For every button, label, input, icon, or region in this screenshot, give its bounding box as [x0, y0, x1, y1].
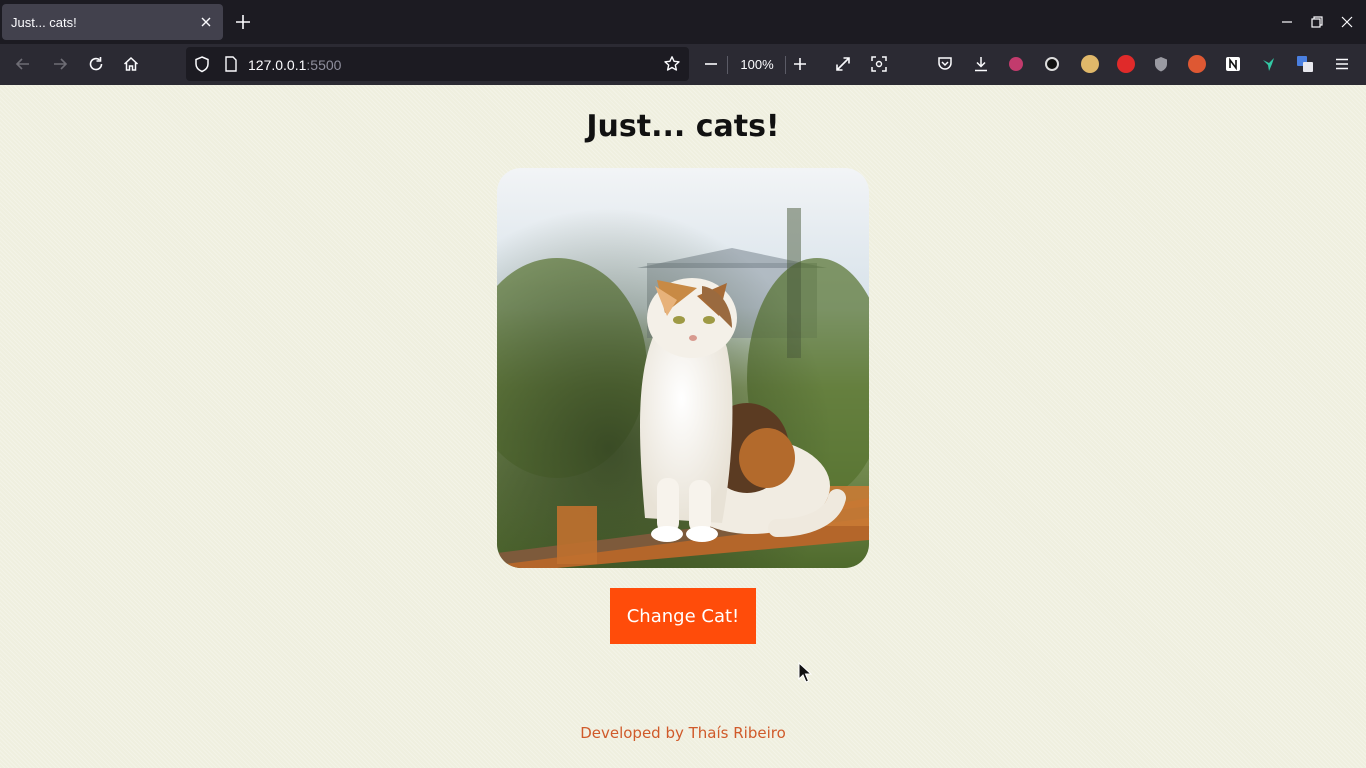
menu-icon[interactable] — [1333, 55, 1351, 73]
tab-title: Just... cats! — [11, 15, 77, 30]
zoom-in-icon[interactable] — [791, 55, 809, 73]
window-close-icon[interactable] — [1338, 13, 1356, 31]
tab-active[interactable]: Just... cats! — [2, 4, 223, 40]
new-tab-icon[interactable] — [234, 13, 252, 31]
footer-credit: Developed by Thaís Ribeiro — [580, 724, 786, 742]
extension-tomato-icon[interactable] — [1117, 55, 1135, 73]
nav-toolbar: 127.0.0.1:5500 100% — [0, 44, 1366, 85]
extension-dark-icon[interactable] — [1045, 57, 1059, 71]
home-icon[interactable] — [122, 55, 140, 73]
page-title: Just... cats! — [586, 109, 780, 144]
extension-notion-icon[interactable] — [1224, 55, 1242, 73]
tab-strip: Just... cats! — [0, 0, 1366, 44]
restore-icon[interactable] — [1308, 13, 1326, 31]
close-icon[interactable] — [197, 13, 215, 31]
download-icon[interactable] — [972, 55, 990, 73]
extension-duckduckgo-icon[interactable] — [1188, 55, 1206, 73]
url-bar[interactable]: 127.0.0.1:5500 — [186, 47, 689, 81]
url-host: 127.0.0.1 — [248, 57, 307, 73]
extension-bird-icon[interactable] — [1260, 55, 1278, 73]
page-icon[interactable] — [222, 55, 240, 73]
extension-shield-icon[interactable] — [1152, 55, 1170, 73]
reload-icon[interactable] — [87, 55, 105, 73]
url-port: :5500 — [306, 57, 342, 73]
bookmark-star-icon[interactable] — [663, 55, 681, 73]
zoom-out-icon[interactable] — [702, 55, 720, 73]
fullscreen-icon[interactable] — [834, 55, 852, 73]
minimize-icon[interactable] — [1278, 13, 1296, 31]
extension-translate-icon[interactable] — [1296, 55, 1314, 73]
zoom-level[interactable]: 100% — [735, 57, 779, 72]
shield-icon[interactable] — [193, 55, 211, 73]
page-viewport: Just... cats! Change Cat! Developed by T… — [0, 85, 1366, 768]
pocket-icon[interactable] — [936, 55, 954, 73]
extension-ninja-icon[interactable] — [1009, 57, 1023, 71]
divider — [785, 56, 786, 74]
mouse-cursor-icon — [798, 662, 812, 683]
back-icon[interactable] — [14, 55, 32, 73]
screenshot-icon[interactable] — [870, 55, 888, 73]
extension-owl-icon[interactable] — [1081, 55, 1099, 73]
forward-icon[interactable] — [51, 55, 69, 73]
divider — [727, 56, 728, 74]
cat-photo — [497, 168, 869, 568]
url-text[interactable]: 127.0.0.1:5500 — [248, 57, 341, 73]
change-cat-button[interactable]: Change Cat! — [610, 588, 756, 644]
